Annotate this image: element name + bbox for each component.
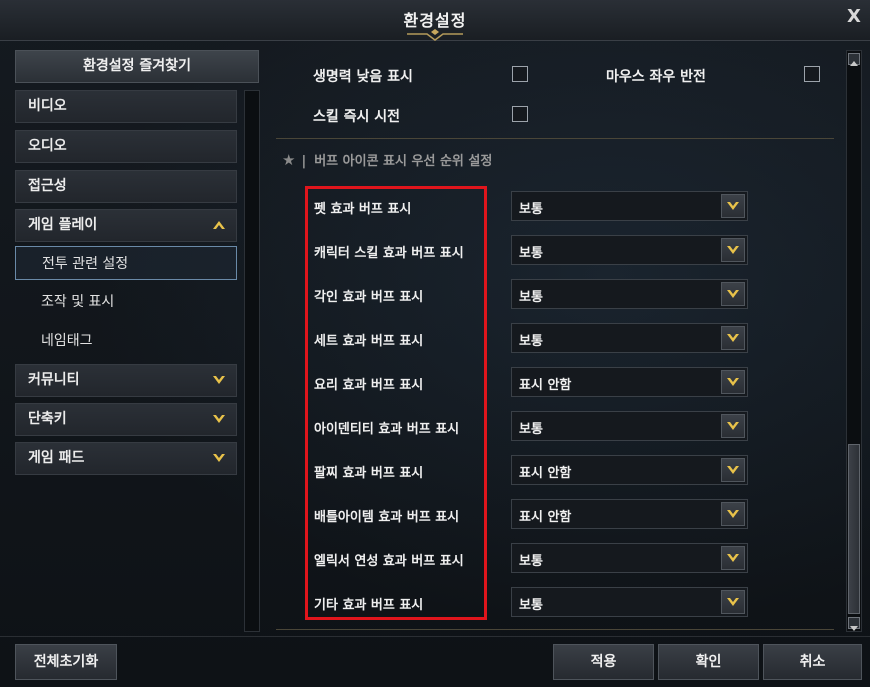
sidebar-item-gameplay[interactable]: 게임 플레이	[15, 209, 237, 242]
buff-priority-dropdown[interactable]: 표시 안함	[511, 367, 748, 397]
low-health-checkbox[interactable]	[512, 66, 528, 82]
chevron-down-icon	[727, 510, 739, 518]
chevron-down-icon	[727, 202, 739, 210]
favorites-button[interactable]: 환경설정 즐겨찾기	[15, 50, 259, 83]
footer-separator	[0, 636, 870, 637]
reset-all-button[interactable]: 전체초기화	[15, 644, 117, 680]
dropdown-value: 보통	[519, 554, 543, 569]
sidebar-subitem-combat[interactable]: 전투 관련 설정	[15, 246, 237, 280]
sidebar-subitem-label: 조작 및 표시	[41, 294, 115, 310]
sidebar-item-label: 오디오	[28, 138, 67, 154]
buff-priority-dropdown[interactable]: 표시 안함	[511, 499, 748, 529]
dropdown-toggle[interactable]	[721, 282, 745, 306]
chevron-down-icon	[727, 554, 739, 562]
buff-priority-dropdown[interactable]: 보통	[511, 543, 748, 573]
sidebar-item-hotkeys[interactable]: 단축키	[15, 403, 237, 436]
sidebar-scrollbar[interactable]	[244, 90, 260, 632]
buff-priority-dropdown[interactable]: 보통	[511, 279, 748, 309]
buff-section-title: ★ | 버프 아이콘 표시 우선 순위 설정	[282, 150, 492, 169]
dropdown-value: 표시 안함	[519, 510, 572, 525]
scroll-thumb[interactable]	[848, 444, 860, 614]
ok-button[interactable]: 확인	[658, 644, 759, 680]
dropdown-toggle[interactable]	[721, 546, 745, 570]
scroll-up-button[interactable]	[848, 53, 860, 66]
dropdown-value: 보통	[519, 334, 543, 349]
chevron-down-icon	[727, 378, 739, 386]
sidebar-subitem-label: 네임태그	[41, 333, 93, 349]
sidebar-item-label: 게임 패드	[28, 450, 85, 466]
dropdown-value: 보통	[519, 598, 543, 613]
buff-priority-dropdown[interactable]: 보통	[511, 191, 748, 221]
sidebar-item-accessibility[interactable]: 접근성	[15, 170, 237, 203]
dropdown-toggle[interactable]	[721, 370, 745, 394]
bottom-divider	[276, 629, 834, 630]
arrow-up-icon	[850, 61, 858, 66]
dropdown-toggle[interactable]	[721, 238, 745, 262]
sidebar-item-video[interactable]: 비디오	[15, 90, 237, 123]
low-health-label: 생명력 낮음 표시	[313, 69, 413, 85]
buff-priority-dropdown[interactable]: 표시 안함	[511, 455, 748, 485]
title-ornament-icon	[407, 29, 463, 41]
sidebar-subitem-controls[interactable]: 조작 및 표시	[15, 285, 237, 319]
dropdown-toggle[interactable]	[721, 194, 745, 218]
chevron-down-icon	[727, 422, 739, 430]
dropdown-value: 보통	[519, 290, 543, 305]
dropdown-value: 보통	[519, 202, 543, 217]
sidebar-item-audio[interactable]: 오디오	[15, 130, 237, 163]
scroll-down-button[interactable]	[848, 617, 860, 631]
chevron-down-icon	[727, 290, 739, 298]
dropdown-toggle[interactable]	[721, 590, 745, 614]
dropdown-value: 보통	[519, 246, 543, 261]
dropdown-toggle[interactable]	[721, 502, 745, 526]
dropdown-toggle[interactable]	[721, 414, 745, 438]
sidebar-item-label: 단축키	[28, 411, 67, 427]
chevron-down-icon	[727, 466, 739, 474]
instant-cast-checkbox[interactable]	[512, 106, 528, 122]
chevron-down-icon	[213, 454, 225, 462]
cancel-button[interactable]: 취소	[763, 644, 862, 680]
dropdown-toggle[interactable]	[721, 326, 745, 350]
chevron-down-icon	[727, 598, 739, 606]
sidebar-item-label: 접근성	[28, 178, 67, 194]
buff-priority-dropdown[interactable]: 보통	[511, 587, 748, 617]
mouse-invert-label: 마우스 좌우 반전	[606, 69, 706, 85]
chevron-down-icon	[213, 415, 225, 423]
close-button[interactable]: X	[843, 6, 865, 28]
dropdown-value: 표시 안함	[519, 378, 572, 393]
sidebar-item-community[interactable]: 커뮤니티	[15, 364, 237, 397]
section-separator: |	[301, 154, 307, 169]
instant-cast-label: 스킬 즉시 시전	[313, 109, 401, 125]
sidebar-subitem-label: 전투 관련 설정	[42, 256, 129, 272]
buff-section-title-text: 버프 아이콘 표시 우선 순위 설정	[314, 154, 493, 169]
highlight-box	[305, 186, 487, 620]
chevron-down-icon	[213, 376, 225, 384]
buff-priority-dropdown[interactable]: 보통	[511, 235, 748, 265]
sidebar-subitem-nametag[interactable]: 네임태그	[15, 324, 237, 358]
arrow-down-icon	[850, 626, 858, 631]
content-scrollbar[interactable]	[846, 50, 862, 632]
mouse-invert-checkbox[interactable]	[804, 66, 820, 82]
chevron-down-icon	[727, 246, 739, 254]
apply-button[interactable]: 적용	[553, 644, 654, 680]
sidebar-item-label: 비디오	[28, 98, 67, 114]
sidebar-item-gamepad[interactable]: 게임 패드	[15, 442, 237, 475]
sidebar-item-label: 커뮤니티	[28, 372, 80, 388]
buff-priority-dropdown[interactable]: 보통	[511, 323, 748, 353]
dropdown-value: 표시 안함	[519, 466, 572, 481]
settings-window: 환경설정 X 환경설정 즐겨찾기 비디오 오디오 접근성 게임 플레이 전투 관…	[0, 0, 870, 687]
title-bar[interactable]: 환경설정 X	[0, 0, 870, 41]
chevron-up-icon	[213, 221, 225, 229]
chevron-down-icon	[727, 334, 739, 342]
star-icon: ★	[282, 151, 296, 169]
sidebar-item-label: 게임 플레이	[28, 217, 98, 233]
dropdown-value: 보통	[519, 422, 543, 437]
buff-priority-dropdown[interactable]: 보통	[511, 411, 748, 441]
section-divider	[276, 138, 834, 139]
dropdown-toggle[interactable]	[721, 458, 745, 482]
